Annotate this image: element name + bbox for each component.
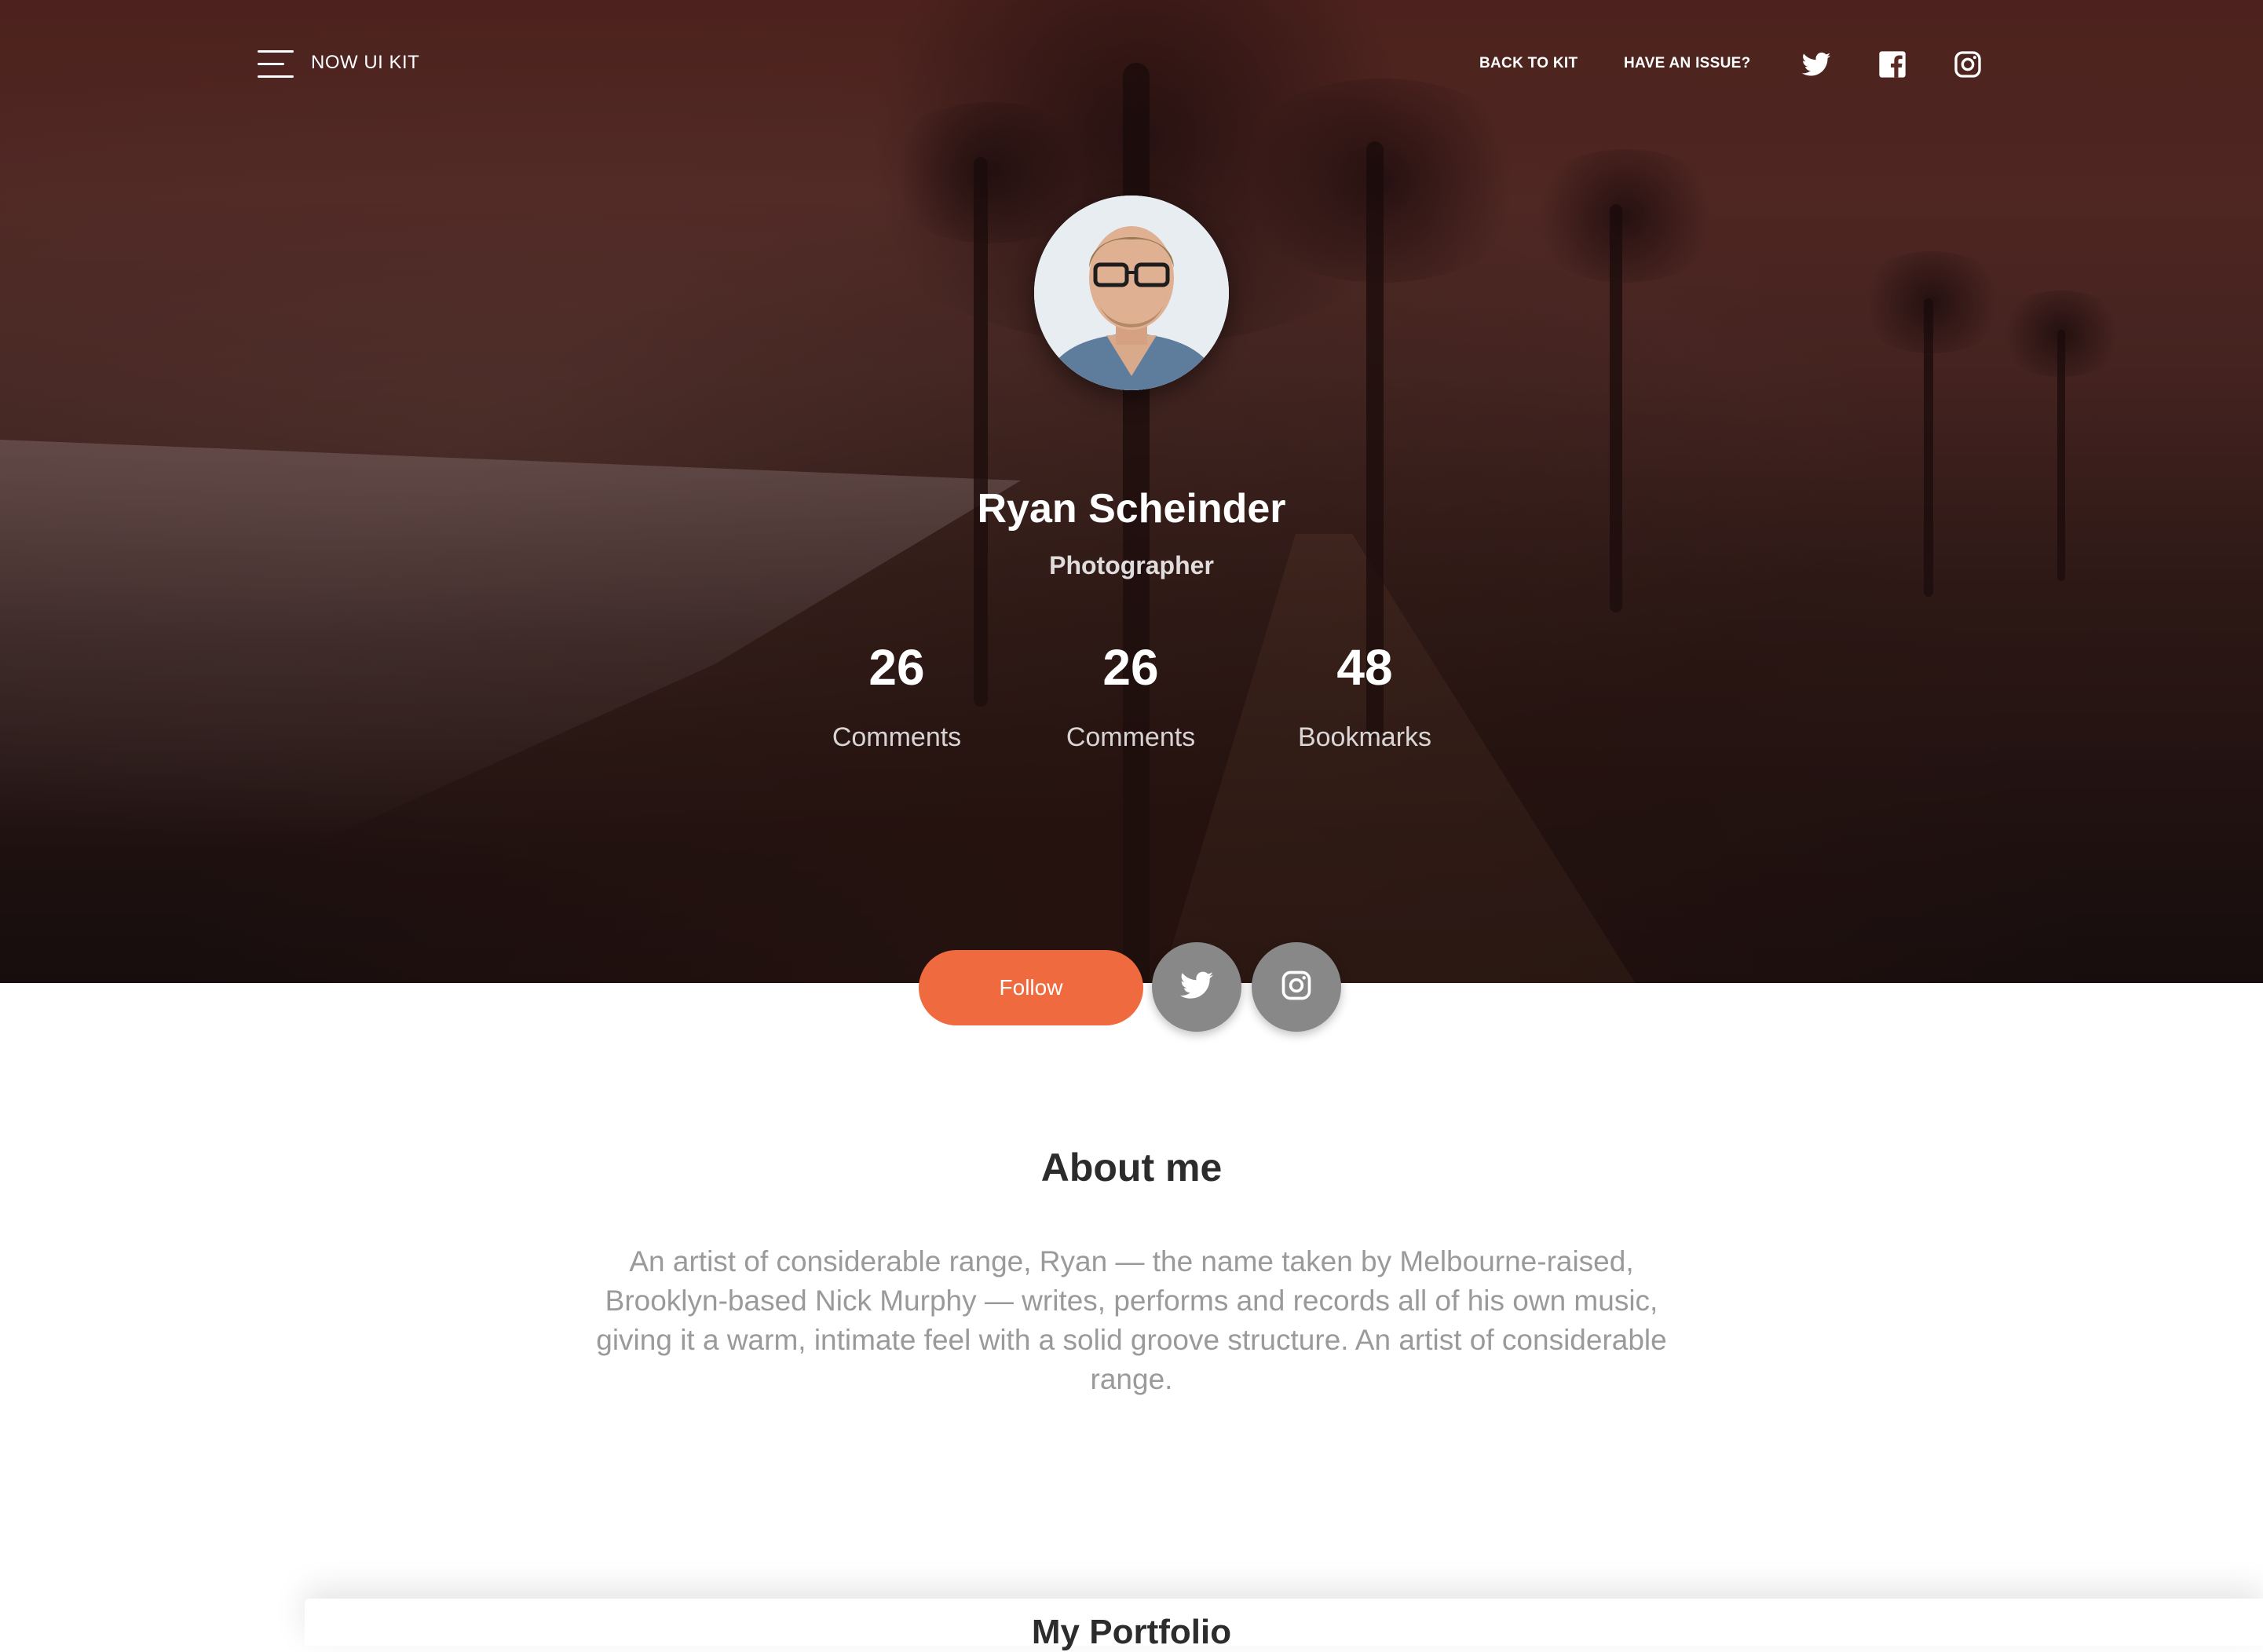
twitter-icon[interactable] (1801, 49, 1832, 80)
stat-value: 48 (1336, 639, 1393, 696)
stat-label: Bookmarks (1297, 722, 1432, 752)
stat-comments: 26 Comments (1013, 636, 1248, 753)
stat-value: 26 (868, 639, 925, 696)
facebook-icon[interactable] (1877, 49, 1908, 80)
avatar (1034, 196, 1229, 390)
about-heading: About me (1040, 1146, 1223, 1190)
portfolio-heading: My Portfolio (1031, 1613, 1232, 1651)
instagram-icon[interactable] (1952, 49, 1983, 80)
have-an-issue-link[interactable]: HAVE AN ISSUE? (1624, 55, 1751, 72)
stat-label: Comments (832, 722, 962, 752)
twitter-button[interactable] (1152, 942, 1241, 1032)
profile-role: Photographer (1049, 551, 1214, 579)
stat-bookmarks: 48 Bookmarks (1247, 636, 1482, 753)
instagram-icon (1279, 968, 1314, 1006)
top-navbar: NOW UI KIT BACK TO KIT HAVE AN ISSUE? (0, 0, 2263, 126)
stat-comments: 26 Comments (779, 636, 1015, 753)
twitter-icon (1179, 967, 1215, 1007)
profile-name: Ryan Scheinder (977, 486, 1286, 532)
stat-value: 26 (1102, 639, 1159, 696)
menu-icon[interactable] (258, 50, 294, 79)
follow-button[interactable]: Follow (919, 950, 1143, 1025)
instagram-button[interactable] (1252, 942, 1341, 1032)
brand-link[interactable]: NOW UI KIT (311, 52, 419, 74)
stat-label: Comments (1066, 722, 1196, 752)
about-paragraph: An artist of considerable range, Ryan — … (596, 1245, 1667, 1395)
back-to-kit-link[interactable]: BACK TO KIT (1479, 55, 1578, 72)
